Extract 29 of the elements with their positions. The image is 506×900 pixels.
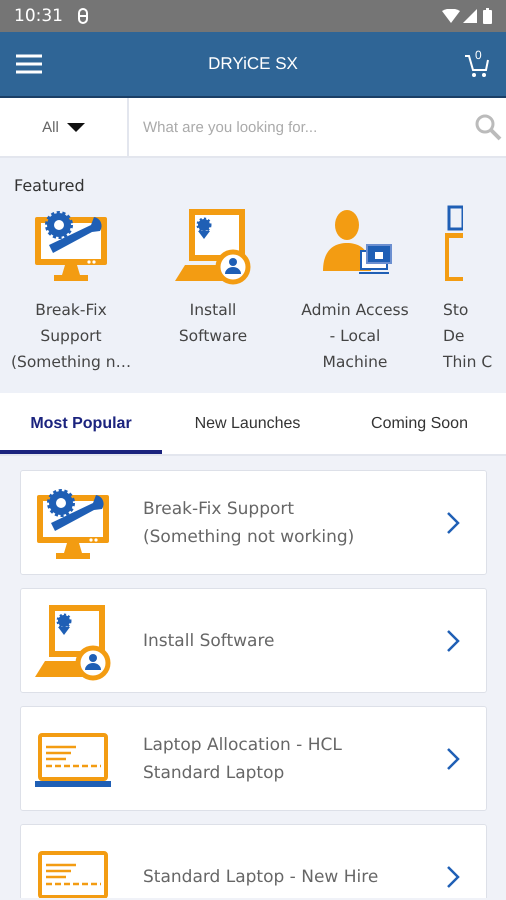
chevron-right-icon — [446, 628, 460, 652]
catalog-card[interactable]: Install Software — [20, 588, 487, 693]
featured-item-label[interactable]: Break-Fix Support (Something n… — [10, 297, 132, 375]
catalog-item-title: Standard Laptop - New Hire — [143, 866, 380, 888]
catalog-item-title: Install Software — [143, 630, 276, 652]
catalog-item-title: Break-Fix Support (Something not working) — [143, 498, 356, 548]
catalog-card[interactable]: Laptop Allocation - HCL Standard Laptop — [20, 706, 487, 811]
chevron-right-icon — [446, 510, 460, 534]
catalog-item-title: Laptop Allocation - HCL Standard Laptop — [143, 734, 343, 784]
battery-icon — [483, 8, 492, 24]
featured-item-label[interactable]: Admin Access - Local Machine — [301, 297, 409, 375]
caret-icon — [66, 122, 85, 132]
cart-count: 0 — [475, 48, 482, 62]
signal-icon — [463, 9, 477, 23]
chevron-right-icon — [446, 864, 460, 888]
chevron-right-icon — [446, 746, 460, 770]
category-tab[interactable]: Coming Soon — [333, 393, 506, 454]
featured-item-label[interactable]: Sto De Thin C — [443, 297, 492, 375]
app-title: DRYiCE SX — [207, 54, 299, 74]
wifi-icon — [442, 9, 460, 23]
catalog-card[interactable]: Standard Laptop - New Hire — [20, 824, 487, 898]
search-field[interactable]: What are you looking for... — [141, 118, 474, 136]
menu-icon[interactable] — [16, 53, 42, 75]
featured-item-label[interactable]: Install Software — [178, 297, 248, 349]
status-time: 10:31 — [14, 6, 63, 26]
sync-status-icon — [77, 8, 89, 24]
section-heading: Featured — [14, 176, 85, 195]
category-tab[interactable]: New Launches — [162, 393, 333, 454]
catalog-card[interactable]: Break-Fix Support (Something not working) — [20, 470, 487, 575]
